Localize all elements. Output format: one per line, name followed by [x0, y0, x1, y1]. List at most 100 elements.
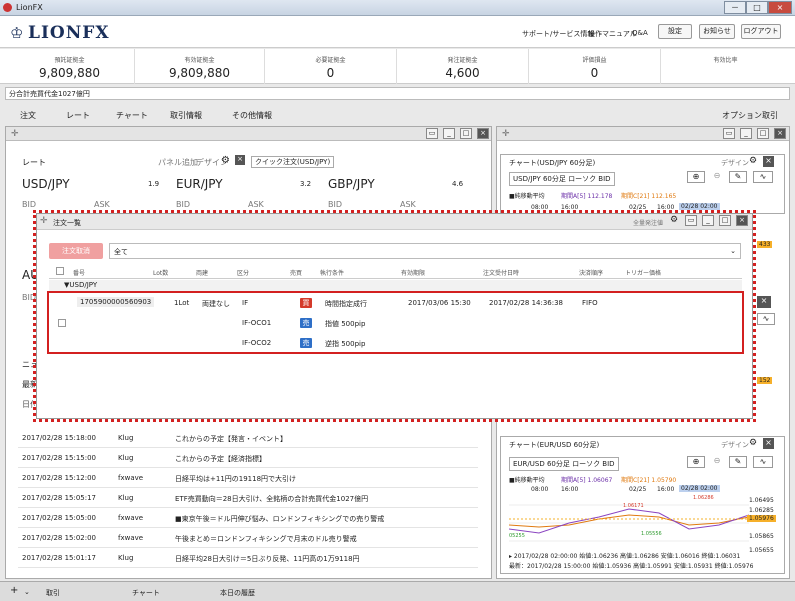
gear-icon[interactable]: ⚙ [749, 156, 757, 166]
panel-close-button[interactable]: × [774, 128, 786, 139]
select-all-checkbox[interactable] [56, 267, 64, 275]
dialog-close-button[interactable]: × [736, 215, 748, 226]
price-axis-label: 1.06285 [749, 507, 774, 514]
panel-maximize-button[interactable]: □ [757, 128, 769, 139]
gear-icon[interactable]: ⚙ [221, 155, 230, 166]
close-icon[interactable]: × [757, 296, 771, 308]
menu-other-info[interactable]: その他情報 [232, 110, 272, 121]
close-icon[interactable]: × [235, 155, 245, 165]
time-label-current: 02/28 02:00 [679, 203, 720, 210]
col-settle-order[interactable]: 決済順序 [579, 268, 603, 277]
maximize-button[interactable]: □ [746, 1, 768, 14]
panel-menu-button[interactable]: ▭ [426, 128, 438, 139]
rate-title: レート [22, 158, 46, 167]
group-usdjpy[interactable]: ▼USD/JPY [49, 280, 742, 292]
stat-deposit: 預託証拠金 9,809,880 [5, 49, 135, 84]
bulk-order-setting[interactable]: 全量発注値 [633, 218, 663, 227]
move-handle-icon[interactable]: ✛ [40, 216, 48, 226]
tab-chart[interactable]: チャート [132, 588, 160, 598]
order-row[interactable]: IF-OCO2 売 逆指 500pip [49, 334, 742, 354]
news-row[interactable]: 2017/02/28 15:05:00 fxwave ■東京午後＝ドル円伸び悩み、ロ… [18, 508, 478, 528]
news-row[interactable]: 2017/02/28 15:12:00 fxwave 日経平均は+11円の19118… [18, 468, 478, 488]
add-panel-link[interactable]: パネル追加 [158, 157, 198, 168]
chart-design-link[interactable]: デザイン [721, 440, 749, 450]
add-tab-button[interactable]: + [10, 585, 18, 596]
panel-menu-button[interactable]: ▭ [723, 128, 735, 139]
zoom-in-icon[interactable]: ⊕ [687, 456, 705, 468]
order-row[interactable]: 1705900000560903 1Lot 両建なし IF 買 時間指定成行 2… [49, 294, 742, 314]
col-number[interactable]: 番号 [73, 268, 85, 277]
news-row[interactable]: 2017/02/28 15:18:00 Klug これからの予定【発言・イベント】 [18, 428, 478, 448]
col-received[interactable]: 注文受付日時 [483, 268, 519, 277]
col-condition[interactable]: 執行条件 [320, 268, 344, 277]
indicator-icon[interactable]: ∿ [753, 456, 773, 468]
close-icon[interactable]: × [763, 438, 774, 449]
chart-design-link[interactable]: デザイン [721, 158, 749, 168]
chart-legend: 期間C[21] 112.165 [621, 193, 677, 200]
menu-option-trade[interactable]: オプション取引 [722, 110, 778, 121]
filter-value: 全て [114, 248, 128, 256]
time-label: 02/25 [629, 486, 647, 493]
menu-order[interactable]: 注文 [20, 110, 36, 121]
order-type: IF-OCO2 [242, 339, 272, 347]
col-trigger[interactable]: トリガー価格 [625, 268, 661, 277]
move-handle-icon[interactable]: ✛ [11, 129, 19, 139]
high-mark: 1.06286 [693, 495, 714, 501]
dialog-menu-button[interactable]: ▭ [685, 215, 697, 226]
minimize-button[interactable]: － [724, 1, 746, 14]
col-ryodate[interactable]: 両建 [196, 268, 208, 277]
panel-minimize-button[interactable]: _ [443, 128, 455, 139]
chevron-down-icon[interactable]: ⌄ [24, 588, 30, 596]
draw-icon[interactable]: ✎ [729, 171, 747, 183]
col-type[interactable]: 区分 [237, 268, 249, 277]
gear-icon[interactable]: ⚙ [670, 215, 678, 225]
col-expire[interactable]: 有効期限 [401, 268, 425, 277]
zoom-out-icon[interactable]: ⊖ [710, 171, 724, 183]
order-expire: 2017/03/06 15:30 [408, 299, 471, 307]
zoom-in-icon[interactable]: ⊕ [687, 171, 705, 183]
gear-icon[interactable]: ⚙ [749, 438, 757, 448]
pair-gbpjpy[interactable]: GBP/JPY [328, 177, 375, 191]
settings-button[interactable]: 設定 [658, 24, 692, 39]
pair-usdjpy[interactable]: USD/JPY [22, 177, 70, 191]
indicator-icon[interactable]: ∿ [753, 171, 773, 183]
chart-legend: 期間A[5] 1.06067 [561, 477, 613, 484]
support-link[interactable]: サポート/サービス情報 [522, 29, 594, 39]
notice-button[interactable]: お知らせ [699, 24, 735, 39]
news-row[interactable]: 2017/02/28 15:02:00 fxwave 午後まとめ＝ロンドンフィキシン… [18, 528, 478, 548]
panel-maximize-button[interactable]: □ [460, 128, 472, 139]
col-side[interactable]: 売買 [290, 268, 302, 277]
logout-button[interactable]: ログアウト [741, 24, 781, 39]
menu-chart[interactable]: チャート [116, 110, 148, 121]
panel-close-button[interactable]: × [477, 128, 489, 139]
chart-title: チャート(USD/JPY 60分足) [509, 159, 596, 167]
close-icon[interactable]: × [763, 156, 774, 167]
filter-select[interactable]: 全て ⌄ [109, 243, 741, 259]
order-row[interactable]: IF-OCO1 売 指値 500pip [49, 314, 742, 334]
manual-link[interactable]: 操作マニュアル [588, 29, 637, 39]
tab-today-history[interactable]: 本日の履歴 [220, 588, 255, 598]
pair-eurjpy[interactable]: EUR/JPY [176, 177, 223, 191]
news-row[interactable]: 2017/02/28 15:01:17 Klug 日経平均28日大引け＝5日ぶり反発… [18, 548, 478, 568]
menu-rate[interactable]: レート [66, 110, 90, 121]
close-button[interactable]: × [768, 1, 792, 14]
indicator-icon[interactable]: ∿ [757, 313, 775, 325]
draw-icon[interactable]: ✎ [729, 456, 747, 468]
zoom-out-icon[interactable]: ⊖ [710, 456, 724, 468]
order-ryodate: 両建なし [202, 300, 230, 308]
dialog-minimize-button[interactable]: _ [702, 215, 714, 226]
low-mark: 05255 [509, 533, 525, 539]
news-row[interactable]: 2017/02/28 15:05:17 Klug ETF売買動向＝28日大引け、全銘… [18, 488, 478, 508]
dialog-maximize-button[interactable]: □ [719, 215, 731, 226]
qa-link[interactable]: Q&A [632, 29, 648, 37]
col-lot[interactable]: Lot数 [153, 268, 168, 277]
chart-settings-label[interactable]: USD/JPY 60分足 ローソク BID [509, 172, 615, 186]
chart-settings-label[interactable]: EUR/USD 60分足 ローソク BID [509, 457, 619, 471]
quick-order-tab[interactable]: クイック注文(USD/JPY) [251, 156, 335, 168]
cancel-order-button[interactable]: 注文取消 [49, 243, 103, 259]
news-row[interactable]: 2017/02/28 15:15:00 Klug これからの予定【経済指標】 [18, 448, 478, 468]
move-handle-icon[interactable]: ✛ [502, 129, 510, 139]
panel-minimize-button[interactable]: _ [740, 128, 752, 139]
tab-trade[interactable]: 取引 [46, 588, 60, 598]
menu-trade-info[interactable]: 取引情報 [170, 110, 202, 121]
